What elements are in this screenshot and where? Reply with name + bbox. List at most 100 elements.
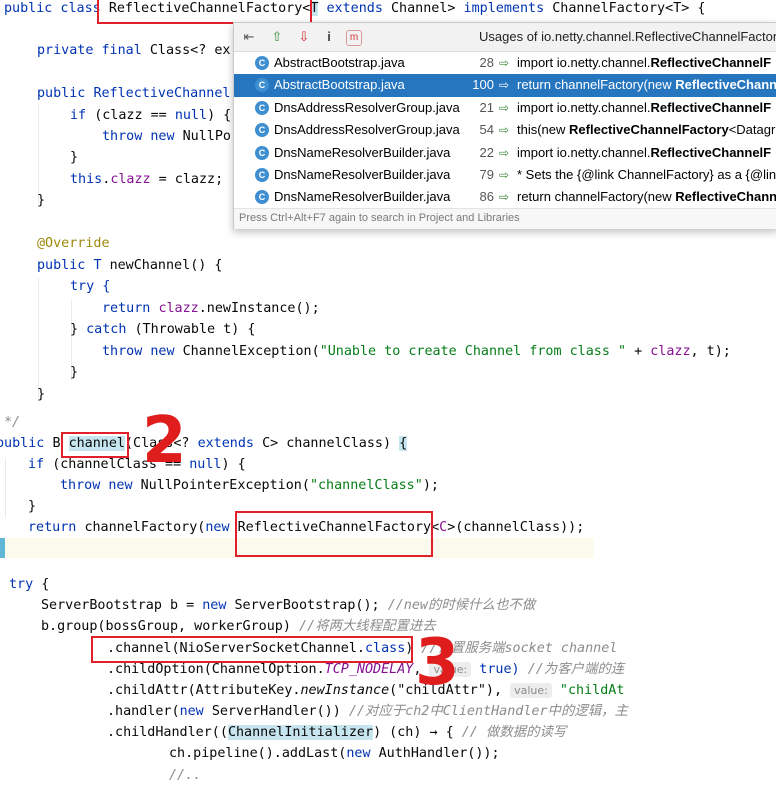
usage-code-pre: import io.netty.channel. (517, 55, 651, 70)
code-token: public (37, 258, 94, 273)
popup-footer: Press Ctrl+Alt+F7 again to search in Pro… (234, 208, 776, 229)
usage-code-snippet: * Sets the {@link ChannelFactory} as a {… (517, 164, 776, 186)
usage-code-match: ReflectiveChannelF (650, 144, 772, 160)
next-usage-icon[interactable]: ⇩ (294, 27, 314, 47)
code-token: , t); (690, 344, 731, 359)
code-editor[interactable]: public class ReflectiveChannelFactory<T … (0, 0, 776, 791)
code-line: @Override (37, 234, 110, 254)
usage-file-name: DnsAddressResolverGroup.java (274, 99, 460, 115)
code-line: if (clazz == null) { (70, 106, 231, 126)
code-token: @Override (37, 236, 110, 251)
code-token: .childAttr(AttributeKey. (107, 683, 301, 698)
code-line: try { (70, 277, 110, 297)
usage-arrow-icon: ⇨ (499, 190, 510, 205)
usage-arrow-icon: ⇨ (499, 56, 510, 70)
code-token: implements (463, 1, 553, 16)
class-file-icon: C (255, 100, 269, 115)
code-token: .childOption(ChannelOption. (107, 662, 325, 677)
indent-guide (38, 278, 39, 398)
info-icon[interactable]: i (319, 27, 339, 47)
code-token: ch.pipeline().addLast( (169, 746, 347, 761)
usage-row[interactable]: C DnsAddressResolverGroup.java 54 ⇨ this(new… (234, 119, 776, 141)
usage-code-snippet: import io.netty.channel.ReflectiveChanne… (517, 52, 771, 74)
code-token: public (37, 86, 94, 101)
usage-row[interactable]: C AbstractBootstrap.java 100 ⇨ return channe… (234, 74, 776, 97)
settings-icon[interactable]: m (346, 30, 362, 46)
code-token: .childHandler(( (107, 725, 228, 740)
code-line: } (37, 193, 46, 208)
usage-row[interactable]: C AbstractBootstrap.java 28 ⇨ import io.nett… (234, 52, 776, 74)
code-token: clazz (650, 344, 691, 359)
usages-popup[interactable]: ⇤ ⇧ ⇩ i m Usages of io.netty.channel.Ref… (233, 22, 776, 229)
usage-arrow-icon: ⇨ (499, 168, 510, 182)
code-token: { (33, 577, 50, 592)
code-line: } (28, 499, 37, 514)
code-comment: //为客户端的连 (527, 662, 625, 677)
usage-code-match: ReflectiveChannelF (650, 55, 772, 70)
code-line: ServerBootstrap b = new ServerBootstrap(… (41, 596, 535, 616)
code-token: catch (86, 322, 135, 337)
annotation-number-three: 3 (415, 626, 460, 700)
previous-usage-icon[interactable]: ⇧ (267, 27, 287, 47)
code-token: ChannelFactory< (552, 1, 674, 16)
code-token: null (189, 457, 222, 472)
code-token: throw new (60, 478, 141, 493)
code-token: null (174, 108, 208, 123)
code-token: clazz (158, 301, 199, 316)
code-token: (clazz == (94, 108, 175, 123)
code-token: "childAt (551, 683, 625, 698)
annotation-box-channel-method (61, 432, 129, 458)
usage-code-match: ReflectiveChannelFactory (569, 122, 729, 138)
code-token: return (102, 301, 159, 316)
code-line: if (channelClass == null) { (28, 455, 246, 475)
usage-row[interactable]: C DnsNameResolverBuilder.java 79 ⇨ * Sets th… (234, 164, 776, 186)
code-line: try { (9, 575, 49, 595)
class-file-icon: C (255, 78, 269, 93)
gutter-marker (0, 538, 5, 558)
code-line: .handler(new ServerHandler()) //对应于ch2中C… (107, 702, 628, 722)
class-file-icon: C (255, 168, 269, 182)
parameter-hint: value: (510, 683, 552, 698)
code-line: } catch (Throwable t) { (70, 320, 255, 340)
usage-line-number: 28 (479, 55, 494, 70)
code-token: "channelClass" (309, 478, 423, 493)
code-token: newInstance (300, 683, 390, 698)
class-file-icon: C (255, 123, 269, 138)
usage-row[interactable]: C DnsNameResolverBuilder.java 22 ⇨ import io… (234, 142, 776, 164)
usage-code-pre: return channelFactory(new (517, 189, 676, 205)
usage-code-pre: this(new (517, 122, 570, 138)
code-comment: //对应于ch2中ClientHandler中的逻辑，主 (348, 704, 628, 719)
usage-arrow-icon: ⇨ (499, 145, 510, 160)
code-token: ) { (207, 108, 232, 123)
indent-guide (5, 458, 6, 518)
usage-code-snippet: return channelFactory(new ReflectiveChan… (517, 186, 776, 208)
code-line: .childOption(ChannelOption.TCP_NODELAY, … (107, 660, 624, 680)
code-token: public class (4, 1, 109, 16)
code-token: return (28, 520, 85, 535)
usage-code-post: <Datagr (728, 122, 776, 138)
code-token: new (205, 520, 238, 535)
usage-row[interactable]: C DnsAddressResolverGroup.java 21 ⇨ import i… (234, 97, 776, 119)
usage-line-number: 54 (479, 122, 494, 138)
usage-row[interactable]: C DnsNameResolverBuilder.java 86 ⇨ return ch… (234, 186, 776, 208)
code-token: try (9, 577, 34, 592)
code-line: throw new NullPo (102, 127, 231, 147)
usage-file-name: AbstractBootstrap.java (274, 55, 405, 70)
code-token: newChannel (109, 258, 191, 273)
usage-code-pre: return channelFactory(new (517, 77, 676, 93)
usage-code-match: ReflectiveChann (675, 77, 776, 93)
code-line: */ (4, 415, 21, 430)
code-token: new (346, 746, 379, 761)
code-token: true) (471, 662, 528, 677)
code-token: extends (197, 436, 263, 451)
code-token: ServerBootstrap(); (234, 598, 388, 613)
usage-line-number: 79 (479, 167, 494, 182)
pin-icon[interactable]: ⇤ (239, 27, 259, 47)
usage-line-number: 22 (479, 144, 494, 160)
usage-code-pre: * Sets the {@link ChannelFactory} as a {… (517, 167, 776, 182)
code-token: "Unable to create Channel from class " (319, 344, 627, 359)
code-line: ch.pipeline().addLast(new AuthHandler())… (169, 744, 500, 764)
usage-line-number: 100 (472, 77, 494, 93)
code-token: () { (190, 258, 223, 273)
usage-line-number: 21 (479, 99, 494, 115)
